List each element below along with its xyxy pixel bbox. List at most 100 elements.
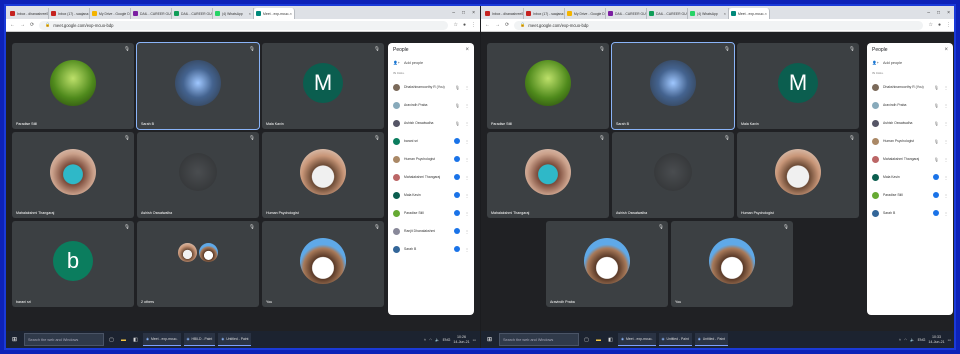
more-options-icon[interactable]: ⋮: [944, 85, 948, 90]
participant-row[interactable]: Ranjit Dhanalakshmi ⋮: [388, 222, 474, 240]
browser-tab[interactable]: Meet - exp-mcuo- ×: [729, 8, 770, 19]
file-explorer-icon[interactable]: ▬: [594, 334, 603, 345]
participant-row[interactable]: Mala Kavin ⋮: [867, 168, 953, 186]
back-icon[interactable]: ←: [10, 22, 15, 28]
mic-icon[interactable]: 🎙: [455, 103, 460, 108]
mic-icon[interactable]: 🎙: [934, 121, 939, 126]
participant-tile[interactable]: 🎙 Mahalakshmi Thangaraj: [487, 132, 609, 218]
add-people-button[interactable]: 👤+ Add people: [388, 57, 474, 68]
wifi-icon[interactable]: ◠: [429, 338, 432, 342]
more-options-icon[interactable]: ⋮: [944, 193, 948, 198]
participant-tile[interactable]: 🎙 Paradise Still: [487, 43, 609, 129]
participant-row[interactable]: Dhakshinamoorthy R (You) 🎙 ⋮: [867, 78, 953, 96]
reload-icon[interactable]: ⟳: [30, 22, 34, 28]
close-icon[interactable]: ×: [724, 11, 726, 16]
close-icon[interactable]: ×: [765, 11, 767, 16]
back-icon[interactable]: ←: [485, 22, 490, 28]
participant-row[interactable]: Paradise Still ⋮: [388, 204, 474, 222]
close-icon[interactable]: ×: [465, 47, 469, 53]
url-field[interactable]: 🔒 meet.google.com/exp-mcuo-bdp: [514, 20, 924, 30]
browser-tab[interactable]: DAIL - CAREER GUID×: [131, 8, 172, 19]
taskbar-app[interactable]: ◉ Meet - exp-mcuo-: [618, 333, 656, 346]
more-options-icon[interactable]: ⋮: [465, 139, 469, 144]
windows-start-icon[interactable]: ⊞: [8, 333, 21, 346]
taskbar-app[interactable]: ◉ Untitled - Paint: [218, 333, 252, 346]
participant-tile[interactable]: 🎙 2 others: [137, 221, 259, 307]
participant-row[interactable]: Sarah B ⋮: [867, 204, 953, 222]
mic-icon[interactable]: 🎙: [934, 103, 939, 108]
chevron-up-icon[interactable]: ˄: [899, 338, 901, 342]
mic-icon[interactable]: 🎙: [934, 157, 939, 162]
star-icon[interactable]: ☆: [453, 22, 457, 28]
maximize-icon[interactable]: □: [937, 10, 940, 16]
volume-icon[interactable]: 🔈: [435, 338, 439, 342]
star-icon[interactable]: ☆: [928, 22, 932, 28]
participant-tile[interactable]: b 🎙 barani sri: [12, 221, 134, 307]
participant-row[interactable]: Ashish Oswalwalha 🎙 ⋮: [867, 114, 953, 132]
browser-tab[interactable]: Inbox (17) - saajana×: [49, 8, 90, 19]
participant-row[interactable]: Aravindh Praba 🎙 ⋮: [867, 96, 953, 114]
maximize-icon[interactable]: □: [462, 10, 465, 16]
wifi-icon[interactable]: ◠: [904, 338, 907, 342]
task-view-icon[interactable]: ▢: [107, 334, 116, 345]
file-explorer-icon[interactable]: ▬: [119, 334, 128, 345]
browser-tab[interactable]: Inbox (17) - saajana×: [524, 8, 565, 19]
participant-row[interactable]: Ashish Oswalwalha 🎙 ⋮: [388, 114, 474, 132]
more-options-icon[interactable]: ⋮: [465, 157, 469, 162]
participant-tile[interactable]: 🎙 Human Psychologist: [262, 132, 384, 218]
mic-icon[interactable]: 🎙: [934, 139, 939, 144]
browser-tab[interactable]: My Drive - Google D×: [90, 8, 131, 19]
more-options-icon[interactable]: ⋮: [465, 211, 469, 216]
menu-icon[interactable]: ⋮: [946, 22, 951, 28]
participant-tile[interactable]: M 🎙 Mala Kavin: [737, 43, 859, 129]
chevron-up-icon[interactable]: ˄: [424, 338, 426, 342]
more-options-icon[interactable]: ⋮: [465, 247, 469, 252]
notification-icon[interactable]: ▭: [948, 338, 951, 342]
more-options-icon[interactable]: ⋮: [944, 157, 948, 162]
participant-row[interactable]: barani sri ⋮: [388, 132, 474, 150]
taskbar-app[interactable]: ◉ Untitled - Paint: [658, 333, 692, 346]
menu-icon[interactable]: ⋮: [471, 22, 476, 28]
url-field[interactable]: 🔒 meet.google.com/exp-mcuo-bdp: [39, 20, 449, 30]
close-window-icon[interactable]: ×: [472, 10, 475, 16]
participant-row[interactable]: Human Psychologist 🎙 ⋮: [867, 132, 953, 150]
more-options-icon[interactable]: ⋮: [944, 139, 948, 144]
more-options-icon[interactable]: ⋮: [465, 103, 469, 108]
participant-row[interactable]: Mahalakshmi Thangaraj 🎙 ⋮: [867, 150, 953, 168]
participant-tile[interactable]: 🎙 Sarah B: [611, 42, 735, 130]
taskbar-search[interactable]: Search the web and Windows: [24, 333, 104, 346]
mic-icon[interactable]: 🎙: [455, 85, 460, 90]
participant-row[interactable]: Paradise Still ⋮: [867, 186, 953, 204]
browser-tab[interactable]: (4) WhatsApp ×: [688, 8, 729, 19]
reload-icon[interactable]: ⟳: [505, 22, 509, 28]
participant-tile[interactable]: 🎙 Paradise Still: [12, 43, 134, 129]
profile-icon[interactable]: ●: [463, 22, 466, 28]
participant-row[interactable]: Aravindh Praba 🎙 ⋮: [388, 96, 474, 114]
browser-tab[interactable]: Inbox - dhanashree09×: [483, 8, 524, 19]
more-options-icon[interactable]: ⋮: [465, 193, 469, 198]
browser-tab[interactable]: DAIL - CAREER GUID×: [172, 8, 213, 19]
close-icon[interactable]: ×: [290, 11, 292, 16]
participant-tile[interactable]: 🎙 You: [671, 221, 793, 307]
participant-tile[interactable]: 🎙 Aravindh Praba: [546, 221, 668, 307]
store-icon[interactable]: ◧: [131, 334, 140, 345]
browser-tab[interactable]: My Drive - Google D×: [565, 8, 606, 19]
taskbar-app[interactable]: ◉ Meet - exp-mcuo-: [143, 333, 181, 346]
participant-tile[interactable]: 🎙 Sarah B: [136, 42, 260, 130]
browser-tab[interactable]: Meet - exp-mcuo- ×: [254, 8, 295, 19]
participant-row[interactable]: Dhakshinamoorthy R (You) 🎙 ⋮: [388, 78, 474, 96]
browser-tab[interactable]: DAIL - CAREER GUID×: [606, 8, 647, 19]
minimize-icon[interactable]: –: [452, 10, 455, 16]
taskbar-app[interactable]: ◉ HBILD - Paint: [183, 333, 216, 346]
close-icon[interactable]: ×: [944, 47, 948, 53]
participant-tile[interactable]: 🎙 Ashish Oswalwalha: [137, 132, 259, 218]
forward-icon[interactable]: →: [20, 22, 25, 28]
taskbar-app[interactable]: ◉ Untitled - Paint: [694, 333, 728, 346]
more-options-icon[interactable]: ⋮: [465, 175, 469, 180]
more-options-icon[interactable]: ⋮: [465, 85, 469, 90]
more-options-icon[interactable]: ⋮: [944, 211, 948, 216]
participant-row[interactable]: Sarah B ⋮: [388, 240, 474, 258]
participant-row[interactable]: Mahalakshmi Thangaraj ⋮: [388, 168, 474, 186]
participant-tile[interactable]: M 🎙 Mala Kavin: [262, 43, 384, 129]
more-options-icon[interactable]: ⋮: [944, 121, 948, 126]
